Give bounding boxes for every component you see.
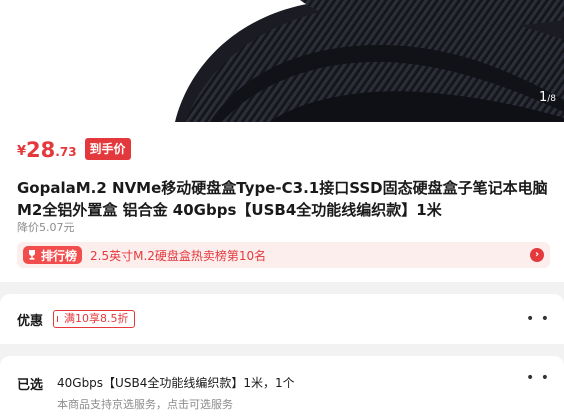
product-info-card: ¥ 28 .73 到手价 GopalaM.2 NVMe移动硬盘盒Type-C3.… (0, 122, 564, 282)
service-note[interactable]: 本商品支持京选服务，点击可选服务 (57, 396, 233, 412)
selected-spec-value: 40Gbps【USB4全功能线编织款】1米，1个 (57, 376, 295, 390)
trophy-icon (29, 250, 35, 260)
price-row: ¥ 28 .73 到手价 (17, 134, 131, 162)
product-title: GopalaM.2 NVMe移动硬盘盒Type-C3.1接口SSD固态硬盘盒子笔… (17, 177, 552, 221)
selected-spec-row[interactable]: 已选 40Gbps【USB4全功能线编织款】1米，1个 本商品支持京选服务，点击… (0, 356, 564, 417)
chevron-right-icon[interactable]: › (530, 248, 544, 262)
price-integer: 28 (26, 138, 56, 162)
promotion-row[interactable]: 优惠 满10享8.5折 • • (0, 294, 564, 344)
final-price-badge: 到手价 (84, 138, 131, 160)
price-currency: ¥ (17, 144, 27, 159)
price-drop-note: 降价5.07元 (17, 221, 75, 234)
ranking-text: 2.5英寸M.2硬盘盒热卖榜第10名 (90, 248, 267, 263)
product-detail-page: 1/8 ¥ 28 .73 到手价 GopalaM.2 NVMe移动硬盘盒Type… (0, 0, 564, 417)
price-decimal: .73 (55, 145, 77, 159)
promotion-label: 优惠 (17, 313, 44, 329)
product-title-line2: M2全铝外置盒 铝合金 40Gbps【USB4全功能线编织款】1米 (17, 201, 442, 219)
braided-cable-image (0, 0, 564, 122)
product-image-gallery[interactable]: 1/8 (0, 0, 564, 122)
ranking-badge: 排行榜 (23, 246, 83, 264)
ranking-bar[interactable]: 排行榜 2.5英寸M.2硬盘盒热卖榜第10名 › (17, 242, 550, 268)
more-options-icon[interactable]: • • (526, 370, 550, 386)
more-options-icon[interactable]: • • (526, 311, 550, 327)
product-title-line1: GopalaM.2 NVMe移动硬盘盒Type-C3.1接口SSD固态硬盘盒子笔… (17, 179, 548, 197)
coupon-tag[interactable]: 满10享8.5折 (53, 310, 135, 328)
image-counter: 1/8 (538, 90, 556, 105)
selected-label: 已选 (17, 378, 44, 393)
